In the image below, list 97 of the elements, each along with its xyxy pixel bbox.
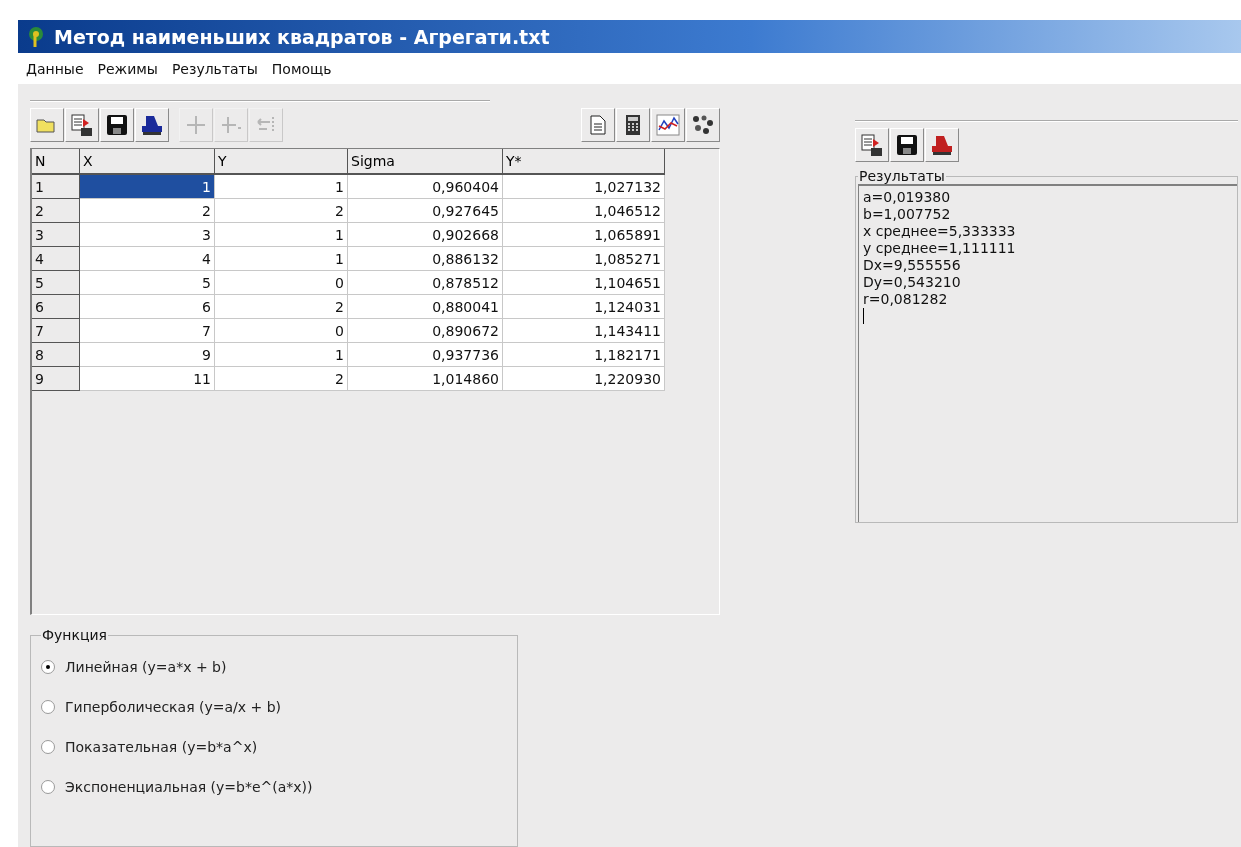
column-header[interactable]: Y* [503,149,665,175]
table-cell[interactable]: 2 [215,295,348,319]
table-cell[interactable]: 2 [215,367,348,391]
menu-item[interactable]: Помощь [271,60,332,77]
radio-button[interactable] [41,780,55,794]
radio-label[interactable]: Гиперболическая (y=a/x + b) [65,699,282,715]
table-cell[interactable]: 1 [80,175,215,199]
window-title: Метод наименьших квадратов - Агрегати.txt [54,25,550,48]
scatter-icon [691,114,715,136]
table-cell[interactable]: 1,085271 [503,247,665,271]
table-cell[interactable]: 1,143411 [503,319,665,343]
table-cell[interactable]: 1 [215,175,348,199]
table-cell[interactable]: 6 [80,295,215,319]
table-cell[interactable]: 1,027132 [503,175,665,199]
calculator-icon [625,114,641,136]
result-line: Dy=0,543210 [863,274,962,291]
toolbar-button[interactable] [651,108,685,142]
column-header[interactable]: N [32,149,80,175]
radio-label[interactable]: Линейная (y=a*x + b) [65,659,227,675]
toolbar-button[interactable] [100,108,134,142]
table-cell[interactable]: 3 [80,223,215,247]
row-header: 8 [32,343,80,367]
table-cell[interactable]: 4 [80,247,215,271]
toolbar-button[interactable] [855,128,889,162]
row-header: 2 [32,199,80,223]
radio-button[interactable] [41,700,55,714]
plus-icon [185,114,207,136]
table-cell[interactable]: 1,046512 [503,199,665,223]
folder-icon [36,116,58,134]
table-cell[interactable]: 1 [215,223,348,247]
radio-label[interactable]: Показательная (y=b*a^x) [65,739,258,755]
table-cell[interactable]: 0,927645 [348,199,503,223]
app-icon [26,25,46,48]
table-cell[interactable]: 0 [215,271,348,295]
printer-icon [930,134,954,156]
plus-icon [220,114,242,136]
floppy-icon [896,134,918,156]
row-header: 9 [32,367,80,391]
table-cell[interactable]: 1 [215,343,348,367]
text-cursor [863,308,864,324]
toolbar-button[interactable] [65,108,99,142]
table-cell[interactable]: 2 [80,199,215,223]
table-cell[interactable]: 5 [80,271,215,295]
printer-icon [140,114,164,136]
results-memo[interactable]: a=0,019380 b=1,007752 x среднее=5,333333 y среднее=1,111111 Dx=9,555556 Dy=0,543210 r=0,081282 [858,184,1237,522]
line-chart-icon [656,114,680,136]
table-cell[interactable]: 0 [215,319,348,343]
result-line: a=0,019380 [863,189,952,206]
table-cell[interactable]: 1,220930 [503,367,665,391]
menu-item[interactable]: Данные [26,60,84,77]
document-icon [590,115,606,135]
row-header: 7 [32,319,80,343]
table-cell[interactable]: 0,890672 [348,319,503,343]
group-title: Функция [41,627,108,643]
floppy-icon [106,114,128,136]
radio-button[interactable] [41,660,55,674]
table-cell[interactable]: 2 [215,199,348,223]
column-header[interactable]: X [80,149,215,175]
row-header: 3 [32,223,80,247]
table-cell[interactable]: 11 [80,367,215,391]
table-cell[interactable]: 0,878512 [348,271,503,295]
toolbar-button[interactable] [135,108,169,142]
group-title: Результаты [858,168,946,184]
column-header[interactable]: Sigma [348,149,503,175]
table-cell[interactable]: 1,014860 [348,367,503,391]
table-cell[interactable]: 1 [215,247,348,271]
table-cell[interactable]: 1,182171 [503,343,665,367]
result-line: x среднее=5,333333 [863,223,1017,240]
toolbar-button[interactable] [616,108,650,142]
column-header[interactable]: Y [215,149,348,175]
result-line: b=1,007752 [863,206,952,223]
menu-item[interactable]: Режимы [97,60,158,77]
row-header: 6 [32,295,80,319]
table-cell[interactable]: 0,960404 [348,175,503,199]
toolbar-button[interactable] [890,128,924,162]
table-cell[interactable]: 9 [80,343,215,367]
document-icon [70,113,94,137]
radio-label[interactable]: Экспоненциальная (y=b*e^(a*x)) [65,779,313,795]
table-cell[interactable]: 1,065891 [503,223,665,247]
table-cell[interactable]: 0,937736 [348,343,503,367]
row-header: 1 [32,175,80,199]
radio-button[interactable] [41,740,55,754]
result-line: y среднее=1,111111 [863,240,1017,257]
toolbar-button[interactable] [686,108,720,142]
table-cell[interactable]: 7 [80,319,215,343]
result-line: r=0,081282 [863,291,949,308]
row-header: 5 [32,271,80,295]
document-icon [860,133,884,157]
table-cell[interactable]: 1,124031 [503,295,665,319]
table-cell[interactable]: 0,880041 [348,295,503,319]
toolbar-button[interactable] [925,128,959,162]
menu-item[interactable]: Результаты [171,60,258,77]
result-line: Dx=9,555556 [863,257,962,274]
table-cell[interactable]: 1,104651 [503,271,665,295]
table-cell[interactable]: 0,902668 [348,223,503,247]
table-cell[interactable]: 0,886132 [348,247,503,271]
row-header: 4 [32,247,80,271]
